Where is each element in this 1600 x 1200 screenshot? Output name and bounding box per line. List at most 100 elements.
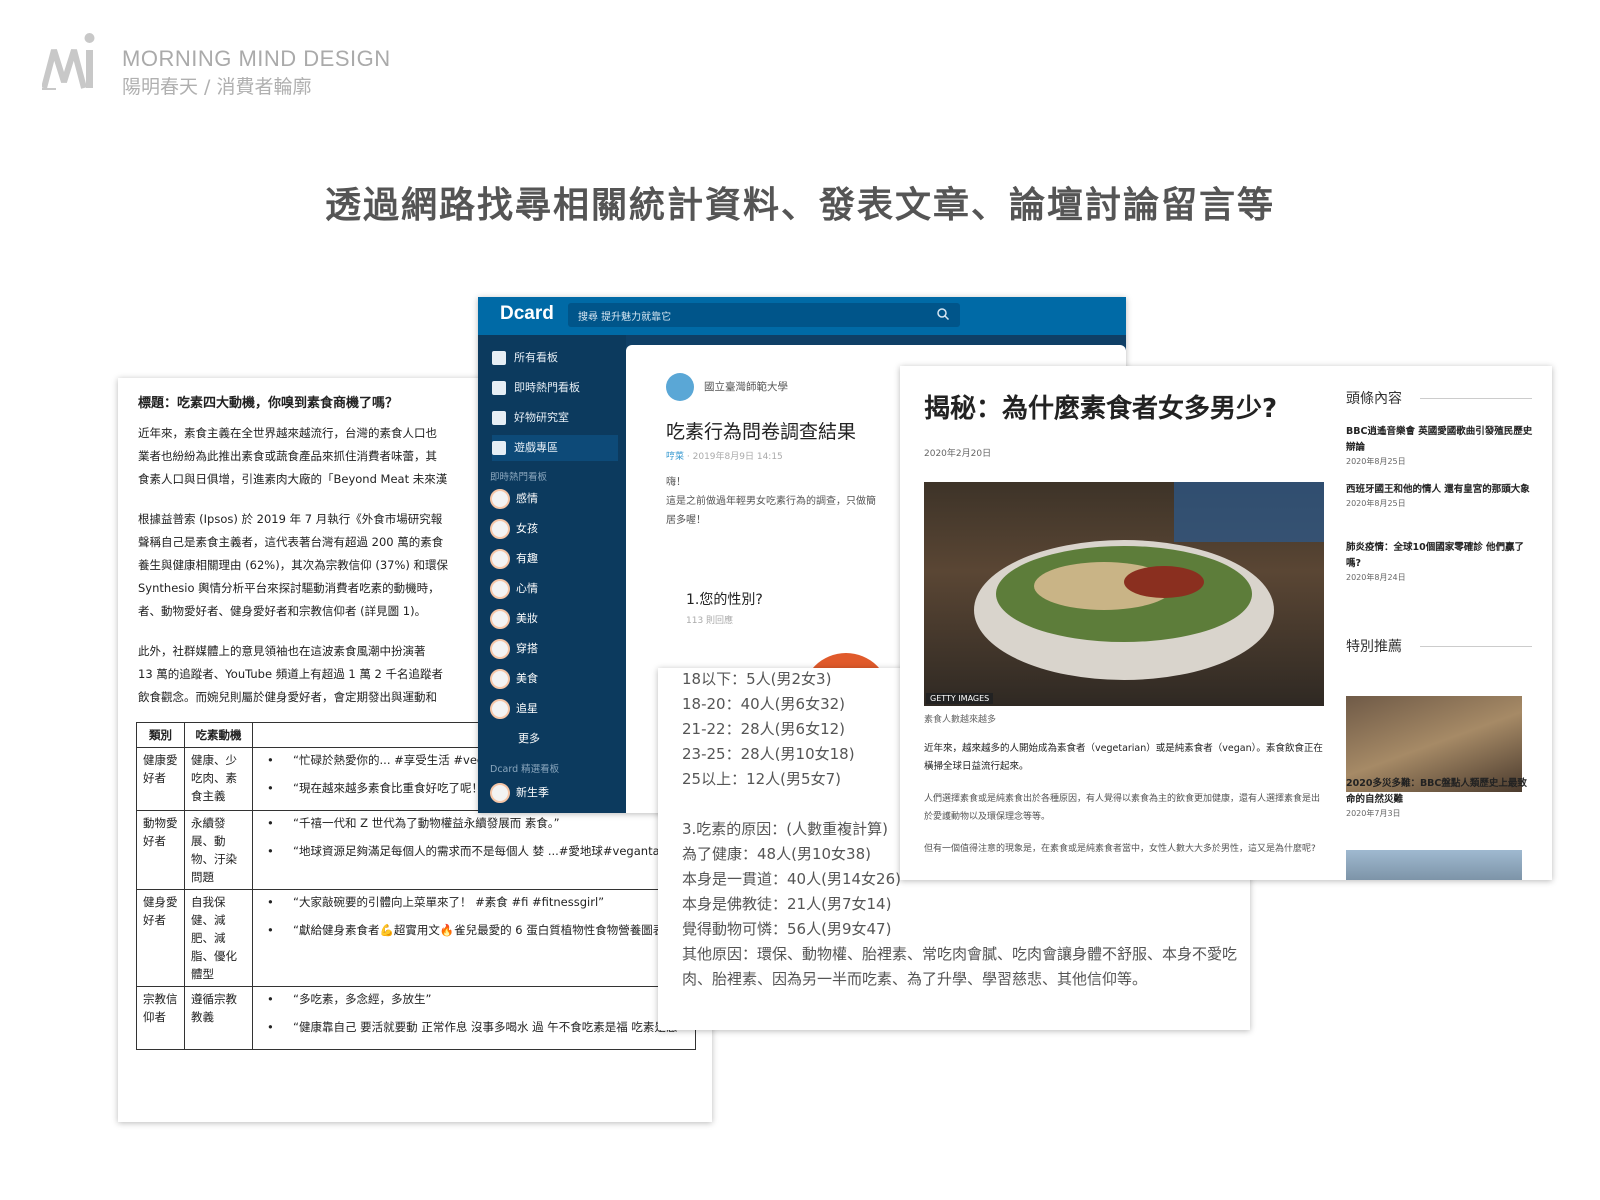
post-body-line: 這是之前做過年輕男女吃素行為的調查，只做簡: [666, 496, 876, 507]
age-line: 18-20：40人(男6女32): [682, 695, 846, 713]
gamepad-icon: [492, 441, 506, 455]
table-row: 健身愛好者 自我保健、減肥、減脂、優化體型 “大家敲碗要的引體向上菜單來了！ #…: [136, 889, 696, 987]
board-link[interactable]: 美妝: [490, 607, 538, 631]
quote-item: “健康靠自己 要活就要動 正常作息 沒事多喝水 過 午不食吃素是福 吃素是慧”: [259, 1018, 689, 1036]
table-cell-quotes: “多吃素，多念經，多放生” “健康靠自己 要活就要動 正常作息 沒事多喝水 過 …: [252, 986, 696, 1050]
headline-link[interactable]: 西班牙國王和他的情人 還有皇宮的那頭大象 2020年8月25日: [1346, 482, 1536, 510]
featured-title: 2020多災多難：BBC盤點人類歷史上最致命的自然災難: [1346, 778, 1527, 805]
salad-photo: GETTY IMAGES: [924, 482, 1324, 706]
age-line: 21-22：28人(男6女12): [682, 720, 846, 738]
dcard-logo[interactable]: Dcard: [500, 303, 554, 325]
list-icon: [492, 351, 506, 365]
news-article: 揭秘：為什麼素食者女多男少? 2020年2月20日 GETTY IMAGES 素…: [900, 366, 1552, 880]
reason-line: 肉、胎裡素、因為另一半而吃素、為了升學、學習慈悲、其他信仰等。: [682, 970, 1148, 988]
article-date: 2020年2月20日: [924, 449, 992, 459]
salad-bowl-icon: [974, 482, 1324, 680]
board-label: 感情: [516, 492, 538, 505]
headline-title: 肺炎疫情：全球10個國家零確診 他們贏了嗎?: [1346, 542, 1525, 569]
hot-boards-heading: 即時熱門看板: [490, 472, 548, 483]
board-label: 美食: [516, 672, 538, 685]
board-link[interactable]: 女孩: [490, 517, 538, 541]
table-cell-category: 動物愛好者: [136, 810, 185, 890]
reason-line: 覺得動物可憐：56人(男9女47): [682, 920, 892, 938]
board-link[interactable]: 穿搭: [490, 637, 538, 661]
post-meta: 哼菜 · 2019年8月9日 14:15: [666, 452, 783, 462]
brand-name: MORNING MIND DESIGN: [122, 46, 391, 71]
table-cell-motive: 遵循宗教教義: [183, 986, 254, 1050]
sidebar-heading: 特別推薦: [1346, 636, 1536, 656]
sidebar-item-goods-lab[interactable]: 好物研究室: [492, 405, 618, 431]
more-boards-link[interactable]: 更多: [518, 727, 540, 751]
board-avatar-icon: [490, 669, 510, 689]
board-link[interactable]: 心情: [490, 577, 538, 601]
board-avatar-icon: [490, 579, 510, 599]
poll-response-count: 113 則回應: [686, 616, 734, 626]
headline-date: 2020年8月24日: [1346, 573, 1406, 582]
board-avatar-icon: [490, 699, 510, 719]
board-avatar-icon: [490, 549, 510, 569]
search-icon[interactable]: [936, 307, 950, 321]
sidebar-item-label: 遊戲專區: [514, 441, 558, 454]
next-thumbnail[interactable]: [1346, 850, 1522, 880]
age-line: 23-25：28人(男10女18): [682, 745, 855, 763]
board-label: 穿搭: [516, 642, 538, 655]
school-avatar-icon: [666, 373, 694, 401]
reason-line: 3.吃素的原因：(人數重複計算): [682, 820, 889, 838]
featured-boards-heading: Dcard 精選看板: [490, 764, 560, 775]
sidebar-item-games[interactable]: 遊戲專區: [492, 435, 618, 461]
table-cell-category: 宗教信仰者: [136, 986, 185, 1050]
search-placeholder: 搜尋 提升魅力就靠它: [578, 312, 672, 323]
board-label: 追星: [516, 702, 538, 715]
search-input[interactable]: 搜尋 提升魅力就靠它: [568, 303, 960, 327]
page-headline: 透過網路找尋相關統計資料、發表文章、論壇討論留言等: [324, 185, 1275, 226]
reason-line: 本身是佛教徒：21人(男7女14): [682, 895, 892, 913]
table-row: 宗教信仰者 遵循宗教教義 “多吃素，多念經，多放生” “健康靠自己 要活就要動 …: [136, 986, 696, 1050]
board-label: 美妝: [516, 612, 538, 625]
headline-link[interactable]: BBC逍遙音樂會 英國愛國歌曲引發殖民歷史辯論 2020年8月25日: [1346, 424, 1536, 468]
reason-line: 為了健康：48人(男10女38): [682, 845, 871, 863]
board-link[interactable]: 新生季: [490, 781, 549, 805]
sidebar-heading: 頭條內容: [1346, 388, 1536, 408]
table-cell-motive: 自我保健、減肥、減脂、優化體型: [183, 889, 254, 987]
headline-title: 西班牙國王和他的情人 還有皇宮的那頭大象: [1346, 484, 1530, 495]
sidebar-item-all-boards[interactable]: 所有看板: [492, 345, 618, 371]
headline-title: BBC逍遙音樂會 英國愛國歌曲引發殖民歷史辯論: [1346, 426, 1533, 453]
board-label: 女孩: [516, 522, 538, 535]
board-avatar-icon: [490, 783, 510, 803]
headlines-sidebar-heading: 頭條內容: [1346, 388, 1536, 408]
quote-item: “千禧一代和 Z 世代為了動物權益永續發展而 素食。”: [259, 814, 689, 832]
sidebar-item-label: 所有看板: [514, 351, 558, 364]
table-cell-quotes: “千禧一代和 Z 世代為了動物權益永續發展而 素食。” “地球資源足夠滿足每個人…: [252, 810, 696, 890]
board-link[interactable]: 追星: [490, 697, 538, 721]
headline-link[interactable]: 肺炎疫情：全球10個國家零確診 他們贏了嗎? 2020年8月24日: [1346, 540, 1536, 584]
post-date: 2019年8月9日 14:15: [692, 452, 783, 462]
quote-item: “地球資源足夠滿足每個人的需求而不是每個人 婪 ...#愛地球#vegantai…: [259, 842, 689, 860]
board-link[interactable]: 有趣: [490, 547, 538, 571]
board-link[interactable]: 感情: [490, 487, 538, 511]
table-cell-category: 健康愛好者: [136, 747, 185, 811]
table-header: 類別: [136, 722, 185, 748]
age-line: 18以下：5人(男2女3): [682, 670, 832, 688]
brand-logo-icon: [42, 33, 95, 90]
post-title: 吃素行為問卷調查結果: [666, 421, 857, 443]
table-row: 動物愛好者 永續發展、動物、汙染問題 “千禧一代和 Z 世代為了動物權益永續發展…: [136, 810, 696, 890]
age-line: 25以上：12人(男5女7): [682, 770, 841, 788]
table-cell-quotes: “大家敲碗要的引體向上菜單來了！ #素食 #fi #fitnessgirl” “…: [252, 889, 696, 987]
board-label: 有趣: [516, 552, 538, 565]
reason-line: 其他原因：環保、動物權、胎裡素、常吃肉會膩、吃肉會讓身體不舒服、本身不愛吃: [682, 945, 1238, 963]
brand-header: MORNING MIND DESIGN 陽明春天 / 消費者輪廓: [42, 30, 402, 100]
document-title: 標題：吃素四大動機，你嗅到素食商機了嗎？: [138, 396, 399, 411]
post-tag[interactable]: 哼菜: [666, 452, 684, 462]
post-body-line: 居多喔！: [666, 515, 706, 526]
sidebar-item-hot-boards[interactable]: 即時熱門看板: [492, 375, 618, 401]
quote-item: “多吃素，多念經，多放生”: [259, 990, 689, 1008]
board-avatar-icon: [490, 639, 510, 659]
board-link[interactable]: 美食: [490, 667, 538, 691]
post-body-line: 嗨！: [666, 477, 686, 488]
sidebar-item-label: 即時熱門看板: [514, 381, 580, 394]
article-lede: 近年來，越來越多的人開始成為素食者（vegetarian）或是純素食者（vega…: [924, 743, 1323, 772]
photo-credit: GETTY IMAGES: [926, 693, 994, 704]
headline-date: 2020年8月25日: [1346, 499, 1406, 508]
featured-link[interactable]: 2020多災多難：BBC盤點人類歷史上最致命的自然災難 2020年7月3日: [1346, 776, 1536, 820]
board-avatar-icon: [490, 609, 510, 629]
